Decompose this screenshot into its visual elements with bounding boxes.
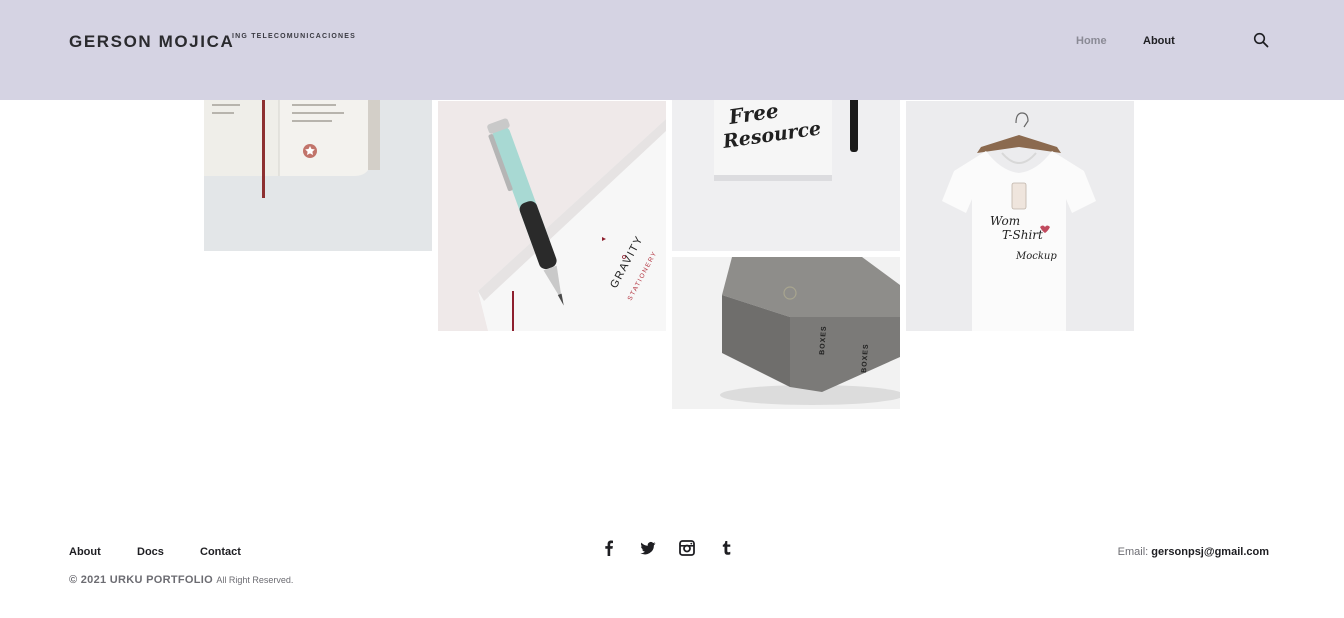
shirt-text-line3: Mockup [1015,251,1057,262]
copyright-brand: © 2021 URKU PORTFOLIO [69,574,213,586]
search-icon[interactable] [1253,32,1269,48]
site-tagline: ING TELECOMUNICACIONES [232,33,357,40]
nav-home[interactable]: Home [1076,35,1107,47]
pen-stationery-mockup-image: GRAVITY STATIONERY [438,101,666,331]
site-brand[interactable]: GERSON MOJICA [69,32,234,52]
shirt-text-line2: T-Shirt [1002,228,1043,242]
twitter-icon[interactable] [640,540,656,556]
tshirt-mockup-image: Wom T-Shirt Mockup [906,101,1134,331]
footer-link-contact[interactable]: Contact [200,546,241,558]
gallery-tile-pen[interactable]: GRAVITY STATIONERY [438,101,666,331]
gallery-tile-tshirt[interactable]: Wom T-Shirt Mockup [906,101,1134,331]
box-mockup-image: BOXES BOXES [672,257,900,409]
copyright-text: © 2021 URKU PORTFOLIO All Right Reserved… [69,574,293,586]
footer-link-about[interactable]: About [69,546,101,558]
copyright-rights: All Right Reserved. [216,575,294,585]
tumblr-icon[interactable] [718,540,734,556]
gallery-tile-box[interactable]: BOXES BOXES [672,257,900,409]
contact-email: Email: gersonpsj@gmail.com [1118,546,1269,558]
instagram-icon[interactable] [679,540,695,556]
email-label: Email: [1117,546,1149,558]
email-link[interactable]: gersonpsj@gmail.com [1151,546,1269,558]
nav-about[interactable]: About [1143,35,1175,47]
shirt-text-line1: Wom [990,214,1020,228]
site-header: GERSON MOJICA ING TELECOMUNICACIONES Hom… [0,0,1344,100]
facebook-icon[interactable] [601,540,617,556]
footer-link-docs[interactable]: Docs [137,546,164,558]
